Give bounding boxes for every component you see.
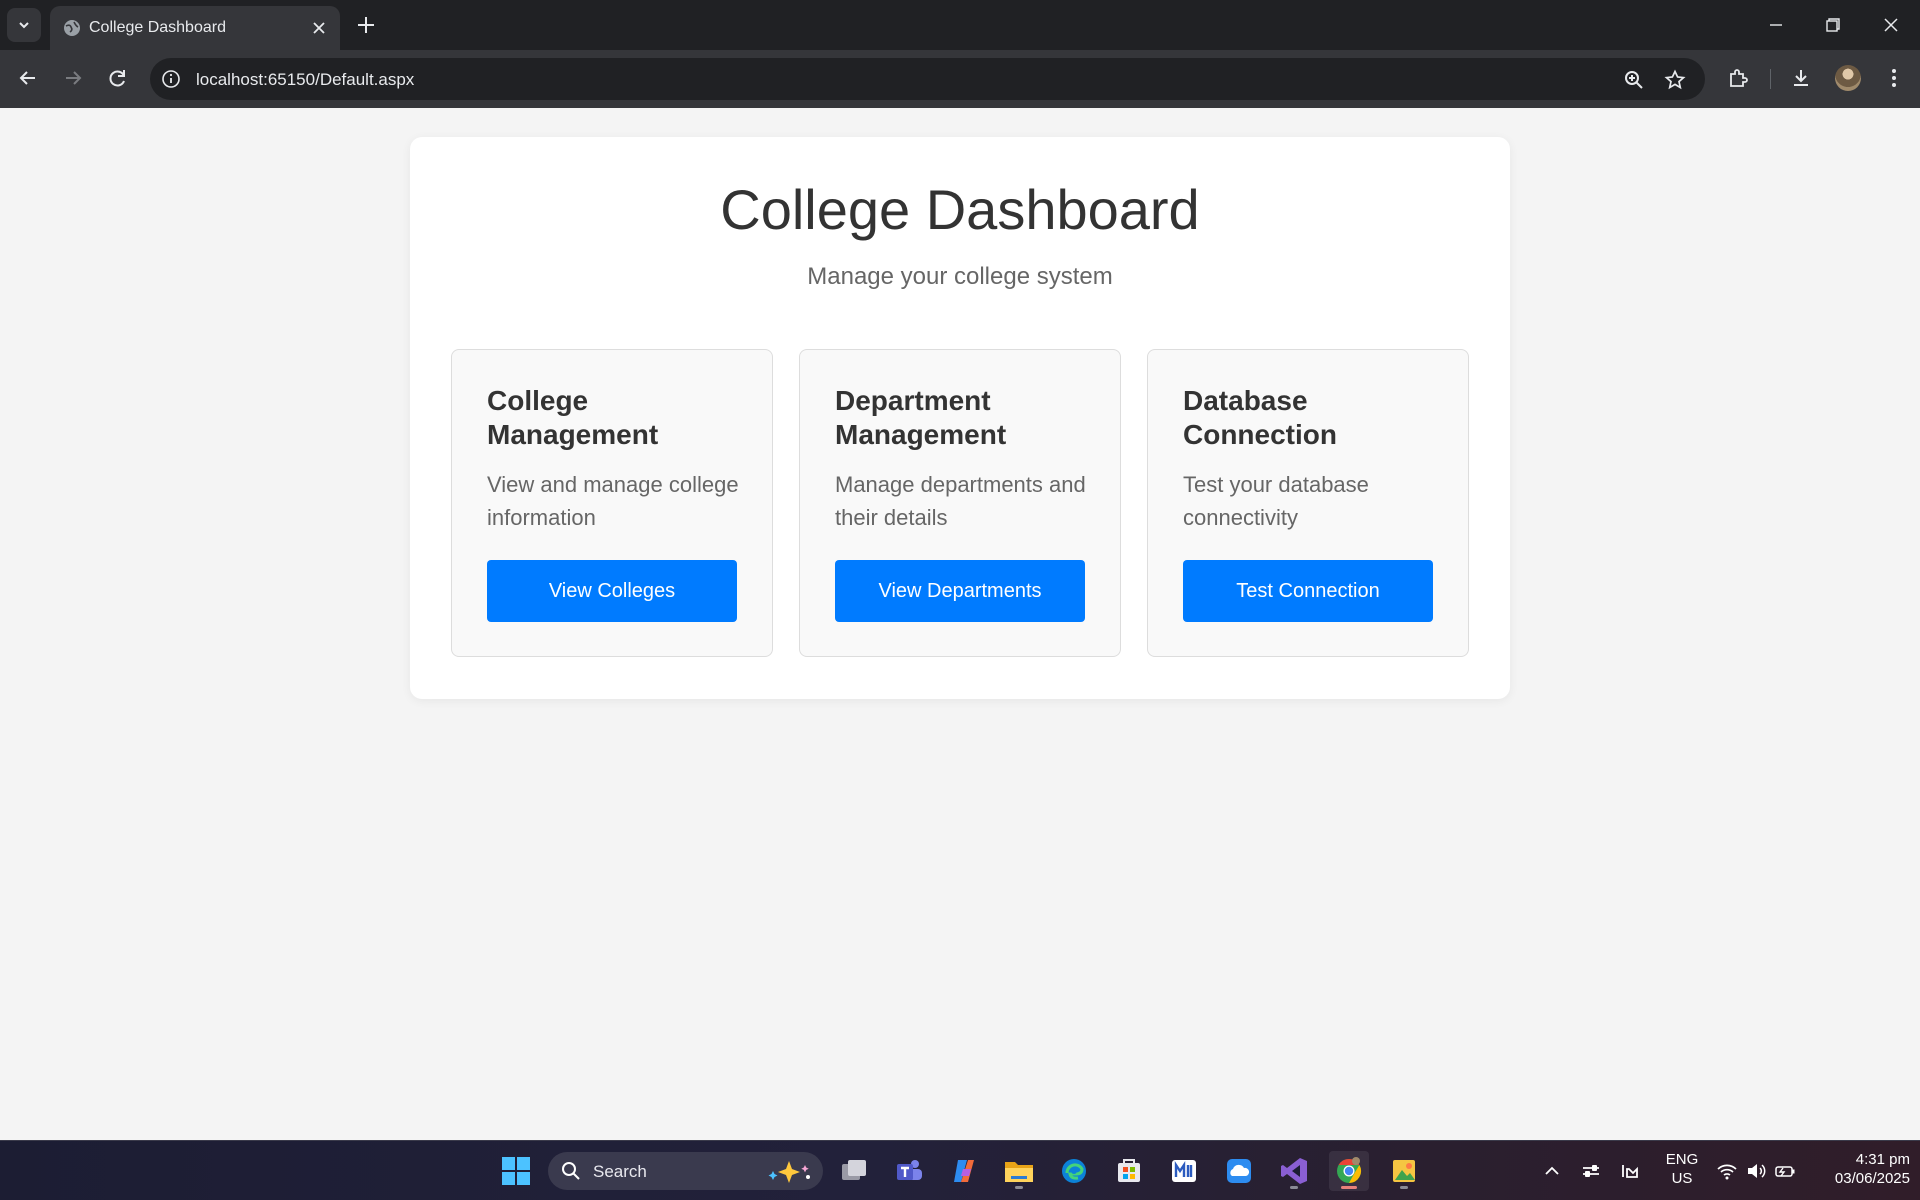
college-management-card: College Management View and manage colle… <box>451 349 773 657</box>
globe-icon <box>64 20 80 36</box>
close-tab-icon[interactable] <box>309 18 329 38</box>
forward-arrow-icon[interactable] <box>60 65 86 91</box>
zoom-icon[interactable] <box>1623 69 1645 91</box>
restore-icon[interactable] <box>1820 12 1846 38</box>
database-connection-card: Database Connection Test your database c… <box>1147 349 1469 657</box>
taskbar-search[interactable]: Search <box>548 1152 823 1190</box>
clock[interactable]: 4:31 pm 03/06/2025 <box>1810 1151 1910 1187</box>
language-indicator[interactable]: ENG US <box>1662 1151 1702 1187</box>
running-indicator <box>1290 1186 1298 1189</box>
profile-avatar[interactable] <box>1835 65 1861 91</box>
card-description: Test your database connectivity <box>1183 472 1369 530</box>
copilot-icon <box>954 1160 974 1182</box>
edge-icon <box>1062 1159 1086 1183</box>
photos-icon <box>1393 1160 1415 1182</box>
browser-tab-strip: College Dashboard <box>0 0 1920 50</box>
visual-studio-app[interactable] <box>1274 1151 1314 1191</box>
back-arrow-icon[interactable] <box>15 65 41 91</box>
teams-app[interactable] <box>889 1151 929 1191</box>
edge-app[interactable] <box>1054 1151 1094 1191</box>
url-text[interactable]: localhost:65150/Default.aspx <box>196 70 414 90</box>
windows-start-icon <box>502 1157 530 1185</box>
view-departments-button[interactable]: View Departments <box>835 560 1085 622</box>
extensions-icon[interactable] <box>1726 66 1750 90</box>
battery-icon[interactable] <box>1774 1160 1796 1182</box>
browser-tab-active[interactable]: College Dashboard <box>50 6 340 50</box>
quick-settings-toggle-icon[interactable] <box>1580 1160 1602 1182</box>
search-icon <box>562 1162 580 1180</box>
wifi-icon[interactable] <box>1716 1160 1738 1182</box>
chevron-down-icon <box>19 22 29 29</box>
mail-app[interactable] <box>1164 1151 1204 1191</box>
card-heading: College Management <box>487 385 659 450</box>
running-indicator <box>1015 1186 1023 1189</box>
active-indicator <box>1341 1186 1357 1189</box>
tab-search-button[interactable] <box>7 8 41 42</box>
view-colleges-button[interactable]: View Colleges <box>487 560 737 622</box>
card-description: Manage departments and their details <box>835 472 1086 530</box>
reload-icon[interactable] <box>105 65 131 91</box>
test-connection-button[interactable]: Test Connection <box>1183 560 1433 622</box>
chevron-up-icon[interactable] <box>1541 1160 1563 1182</box>
microsoft-store-app[interactable] <box>1109 1151 1149 1191</box>
address-bar[interactable]: localhost:65150/Default.aspx <box>150 58 1705 100</box>
language-code: ENG <box>1665 1151 1699 1168</box>
visual-studio-icon <box>1281 1158 1307 1184</box>
keyboard-region: US <box>1671 1170 1693 1187</box>
chrome-icon <box>1337 1157 1362 1183</box>
onedrive-app[interactable] <box>1219 1151 1259 1191</box>
clock-date: 03/06/2025 <box>1834 1170 1910 1187</box>
browser-toolbar: localhost:65150/Default.aspx <box>0 50 1920 108</box>
page-title: College Dashboard <box>720 178 1200 241</box>
tab-title: College Dashboard <box>89 19 226 36</box>
dashboard-container: College Dashboard Manage your college sy… <box>410 137 1510 699</box>
start-button[interactable] <box>496 1151 536 1191</box>
site-info-icon[interactable] <box>161 69 181 89</box>
download-icon[interactable] <box>1789 66 1813 90</box>
task-view-app[interactable] <box>834 1151 874 1191</box>
onedrive-icon <box>1227 1159 1251 1183</box>
volume-icon[interactable] <box>1745 1160 1767 1182</box>
task-view-icon <box>842 1160 866 1180</box>
teams-icon <box>897 1160 922 1180</box>
minimize-icon[interactable] <box>1763 12 1789 38</box>
copilot-app[interactable] <box>944 1151 984 1191</box>
store-icon <box>1118 1159 1140 1182</box>
file-explorer-app[interactable] <box>999 1151 1039 1191</box>
page-subtitle: Manage your college system <box>807 263 1113 290</box>
more-menu-icon[interactable] <box>1882 66 1906 90</box>
windows-taskbar: Search ENG US 4:31 pm 03/06/2025 <box>0 1140 1920 1200</box>
card-heading: Database Connection <box>1183 385 1337 450</box>
chrome-app[interactable] <box>1329 1151 1369 1191</box>
card-heading: Department Management <box>835 385 1007 450</box>
folder-icon <box>1005 1162 1033 1182</box>
toolbar-divider <box>1770 69 1771 89</box>
copilot-sparkle-icon <box>768 1161 810 1183</box>
card-description: View and manage college information <box>487 472 739 530</box>
app-tray-icon[interactable] <box>1619 1160 1641 1182</box>
search-placeholder: Search <box>593 1162 647 1181</box>
mail-icon <box>1172 1160 1196 1182</box>
bookmark-star-icon[interactable] <box>1664 69 1686 91</box>
close-window-icon[interactable] <box>1878 12 1904 38</box>
department-management-card: Department Management Manage departments… <box>799 349 1121 657</box>
new-tab-icon[interactable] <box>355 14 377 36</box>
running-indicator <box>1400 1186 1408 1189</box>
clock-time: 4:31 pm <box>1855 1151 1910 1168</box>
photos-app[interactable] <box>1384 1151 1424 1191</box>
